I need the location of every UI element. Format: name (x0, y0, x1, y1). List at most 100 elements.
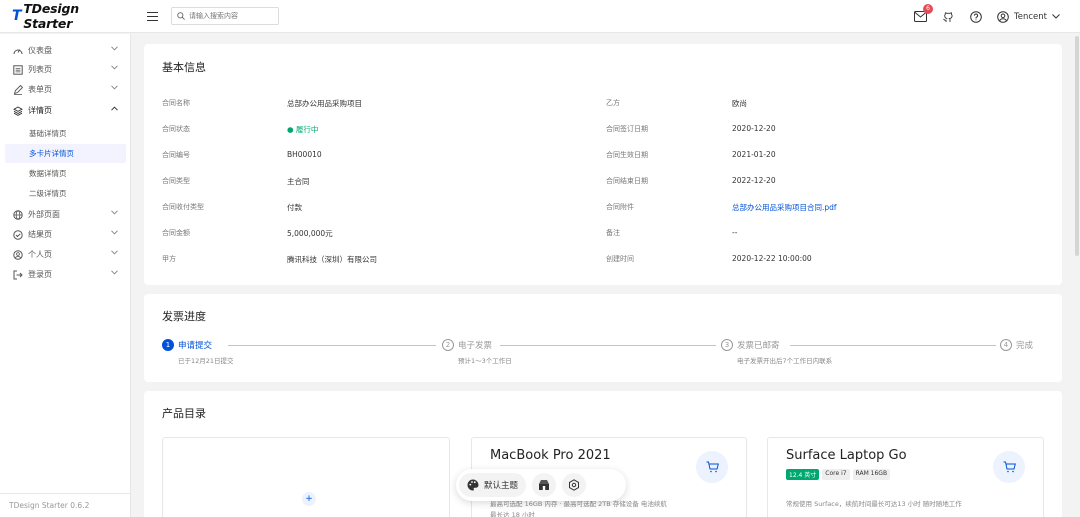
step-label: 发票已邮寄 (737, 341, 780, 351)
product-description: 常规使用 Surface，续航时间最长可达13 小时 随时随地工作 (786, 500, 962, 508)
search-input[interactable] (189, 12, 273, 20)
sidebar-subitem-secondary-detail[interactable]: 二级详情页 (5, 184, 126, 203)
cart-icon (706, 461, 719, 473)
info-label: 甲方 (162, 255, 176, 263)
sidebar-item-login[interactable]: 登录页 (5, 265, 126, 284)
step-description: 电子发票开出后7个工作日内联系 (737, 357, 833, 365)
palette-icon (467, 479, 479, 491)
sidebar-item-external[interactable]: 外部页面 (5, 205, 126, 224)
dashboard-icon (13, 46, 23, 56)
product-card-surface[interactable]: Surface Laptop Go 12.4 英寸 Core i7 RAM 16… (767, 437, 1044, 517)
chevron-down-icon (1052, 14, 1060, 19)
logo-mark-icon: T (12, 8, 22, 24)
list-icon (13, 64, 23, 75)
info-label: 合同编号 (162, 151, 190, 159)
user-name: Tencent (1014, 11, 1047, 22)
sidebar-item-personal[interactable]: 个人页 (5, 245, 126, 264)
help-button[interactable] (969, 10, 983, 24)
chevron-down-icon (111, 210, 118, 215)
store-icon (539, 480, 550, 490)
info-value: 腾讯科技（深圳）有限公司 (287, 255, 377, 264)
sidebar-subitem-multi-card-detail[interactable]: 多卡片详情页 (5, 144, 126, 163)
help-circle-icon (970, 10, 982, 23)
info-value: 2022-12-20 (732, 176, 776, 185)
chevron-down-icon (111, 250, 118, 255)
sidebar-item-label: 表单页 (28, 85, 52, 94)
step-1: 1 申请提交 (162, 339, 212, 351)
chevron-down-icon (111, 46, 118, 51)
login-icon (13, 270, 23, 280)
product-tag: 12.4 英寸 (786, 469, 820, 480)
step-3: 3 发票已邮寄 (721, 339, 780, 351)
product-description: 最高可选配 16GB 内存 · 最高可选配 2TB 存储设备 电池续航最长达 1… (490, 500, 667, 517)
info-label: 备注 (606, 229, 620, 237)
menu-fold-icon[interactable] (146, 10, 158, 22)
info-label: 合同签订日期 (606, 125, 648, 133)
header-actions: 6 Tencent (913, 0, 1060, 33)
sidebar-item-dashboard[interactable]: 仪表盘 (5, 41, 126, 60)
step-number: 1 (162, 339, 174, 351)
sidebar-subitem-label: 基础详情页 (29, 129, 67, 138)
page-scrollbar[interactable] (1074, 34, 1080, 517)
step-number: 4 (1000, 339, 1012, 351)
sidebar-item-label: 列表页 (28, 65, 52, 74)
info-label: 合同名称 (162, 99, 190, 107)
logo[interactable]: T TDesign Starter (0, 1, 131, 31)
contract-attachment-link[interactable]: 总部办公用品采购项目合同.pdf (732, 202, 837, 213)
notification-button[interactable]: 6 (913, 3, 933, 24)
user-circle-icon (997, 10, 1009, 23)
sidebar-item-label: 登录页 (28, 270, 52, 279)
sidebar-item-result[interactable]: 结果页 (5, 225, 126, 244)
user-circle-icon (13, 249, 23, 260)
add-icon[interactable]: + (302, 492, 316, 506)
product-tag: Core i7 (822, 469, 850, 480)
shop-cart-button[interactable] (696, 451, 728, 483)
default-theme-button[interactable]: 默认主题 (459, 473, 527, 497)
info-value: 2020-12-20 (732, 124, 776, 133)
search-box[interactable] (171, 7, 279, 25)
scrollbar-thumb[interactable] (1075, 36, 1079, 256)
user-menu[interactable]: Tencent (997, 10, 1060, 23)
info-value: 2021-01-20 (732, 150, 776, 159)
invoice-progress-card: 发票进度 1 申请提交 已于12月21日提交 2 电子发票 预计1～3个工作日 … (144, 294, 1062, 382)
sidebar-item-list[interactable]: 列表页 (5, 60, 126, 79)
edit-icon (13, 84, 23, 95)
sidebar: 仪表盘 列表页 表单页 详情页 基础详情页 多卡片详情页 数据详情页 二级详情页… (0, 34, 131, 517)
step-connector (500, 345, 716, 346)
product-tags: 12.4 英寸 Core i7 RAM 16GB (786, 469, 891, 480)
chevron-down-icon (111, 65, 118, 70)
info-value: 2020-12-22 10:00:00 (732, 254, 812, 263)
sidebar-version: TDesign Starter 0.6.2 (0, 493, 130, 517)
step-label: 完成 (1016, 341, 1034, 351)
info-label: 合同附件 (606, 203, 634, 211)
step-number: 2 (442, 339, 454, 351)
info-label: 合同状态 (162, 125, 190, 133)
search-icon (177, 12, 185, 20)
sidebar-item-detail[interactable]: 详情页 (5, 101, 126, 120)
sidebar-subitem-base-detail[interactable]: 基础详情页 (5, 124, 126, 143)
sidebar-subitem-data-detail[interactable]: 数据详情页 (5, 164, 126, 183)
notification-badge: 6 (923, 3, 933, 14)
info-value: 欧尚 (732, 99, 747, 108)
theme-setting-bar: 默认主题 (456, 469, 626, 501)
info-label: 合同收付类型 (162, 203, 204, 211)
sidebar-item-label: 个人页 (28, 250, 52, 259)
info-value: 总部办公用品采购项目 (287, 99, 362, 108)
product-tag: RAM 16GB (852, 469, 891, 480)
setting-button[interactable] (562, 473, 587, 497)
sidebar-item-form[interactable]: 表单页 (5, 80, 126, 99)
layout-setting-button[interactable] (532, 473, 557, 497)
add-product-card[interactable]: + (162, 437, 450, 517)
info-label: 合同类型 (162, 177, 190, 185)
info-value: 5,000,000元 (287, 229, 333, 238)
shop-cart-button[interactable] (993, 451, 1025, 483)
info-value: BH00010 (287, 150, 322, 159)
layers-icon (13, 105, 23, 116)
theme-label: 默认主题 (484, 481, 519, 491)
chevron-down-icon (111, 230, 118, 235)
logo-text: TDesign Starter (23, 1, 79, 31)
chevron-up-icon (111, 106, 118, 111)
step-number: 3 (721, 339, 733, 351)
github-button[interactable] (941, 10, 955, 24)
step-connector (790, 345, 996, 346)
